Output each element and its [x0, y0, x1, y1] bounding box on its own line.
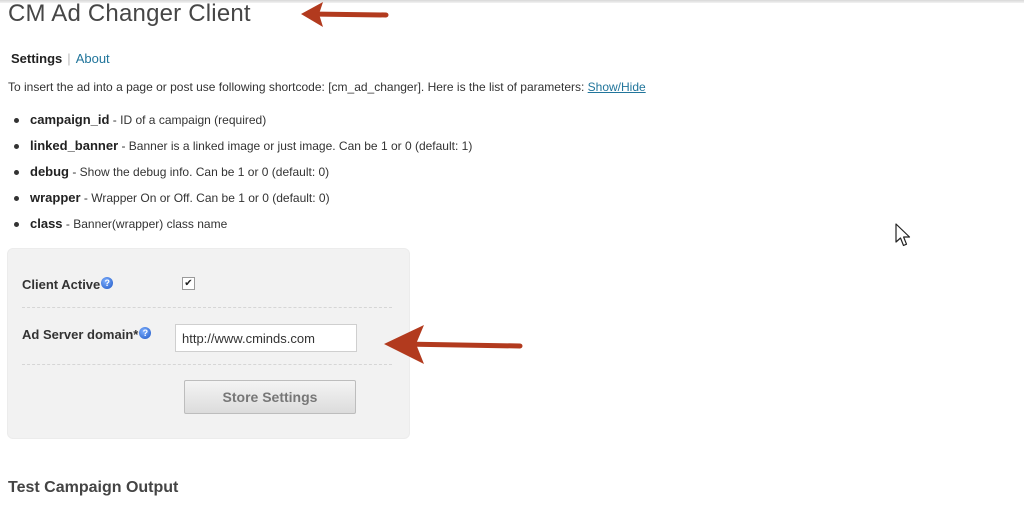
shortcode-intro: To insert the ad into a page or post use… [8, 80, 646, 94]
subnav-separator: | [67, 51, 71, 66]
page-title: CM Ad Changer Client [8, 0, 251, 27]
param-name: debug [30, 164, 69, 179]
client-active-checkbox[interactable]: ✔ [182, 277, 195, 290]
settings-panel: Client Active? ✔ Ad Server domain*? Stor… [7, 248, 410, 439]
list-item: wrapper - Wrapper On or Off. Can be 1 or… [8, 188, 472, 214]
annotation-arrow-domain [384, 325, 523, 364]
test-campaign-heading: Test Campaign Output [8, 479, 179, 496]
tab-about[interactable]: About [76, 51, 110, 66]
show-hide-link[interactable]: Show/Hide [588, 80, 646, 94]
help-icon[interactable]: ? [101, 277, 114, 289]
param-name: linked_banner [30, 138, 119, 153]
list-item: campaign_id - ID of a campaign (required… [8, 110, 472, 136]
tab-settings[interactable]: Settings [11, 51, 62, 66]
help-icon[interactable]: ? [139, 327, 152, 339]
settings-subnav: Settings | About [11, 51, 110, 66]
client-active-label: Client Active? [22, 277, 114, 292]
row-divider [22, 307, 392, 308]
param-desc: - Wrapper On or Off. Can be 1 or 0 (defa… [80, 191, 330, 205]
ad-server-text: Ad Server domain* [22, 327, 139, 342]
list-item: class - Banner(wrapper) class name [8, 214, 472, 240]
intro-text: To insert the ad into a page or post use… [8, 80, 588, 94]
annotation-arrow-title [301, 2, 389, 27]
ad-server-domain-field[interactable] [175, 324, 357, 352]
parameter-list: campaign_id - ID of a campaign (required… [8, 110, 472, 240]
param-name: wrapper [30, 190, 81, 205]
param-name: campaign_id [30, 112, 110, 127]
param-name: class [30, 216, 63, 231]
list-item: linked_banner - Banner is a linked image… [8, 136, 472, 162]
client-active-text: Client Active [22, 277, 101, 292]
list-item: debug - Show the debug info. Can be 1 or… [8, 162, 472, 188]
ad-server-label: Ad Server domain*? [22, 327, 152, 342]
param-desc: - Banner is a linked image or just image… [118, 139, 473, 153]
param-desc: - ID of a campaign (required) [109, 113, 267, 127]
mouse-cursor-icon [895, 223, 911, 247]
store-settings-button[interactable]: Store Settings [184, 380, 356, 414]
row-divider [22, 364, 392, 365]
param-desc: - Banner(wrapper) class name [62, 217, 228, 231]
param-desc: - Show the debug info. Can be 1 or 0 (de… [69, 165, 330, 179]
